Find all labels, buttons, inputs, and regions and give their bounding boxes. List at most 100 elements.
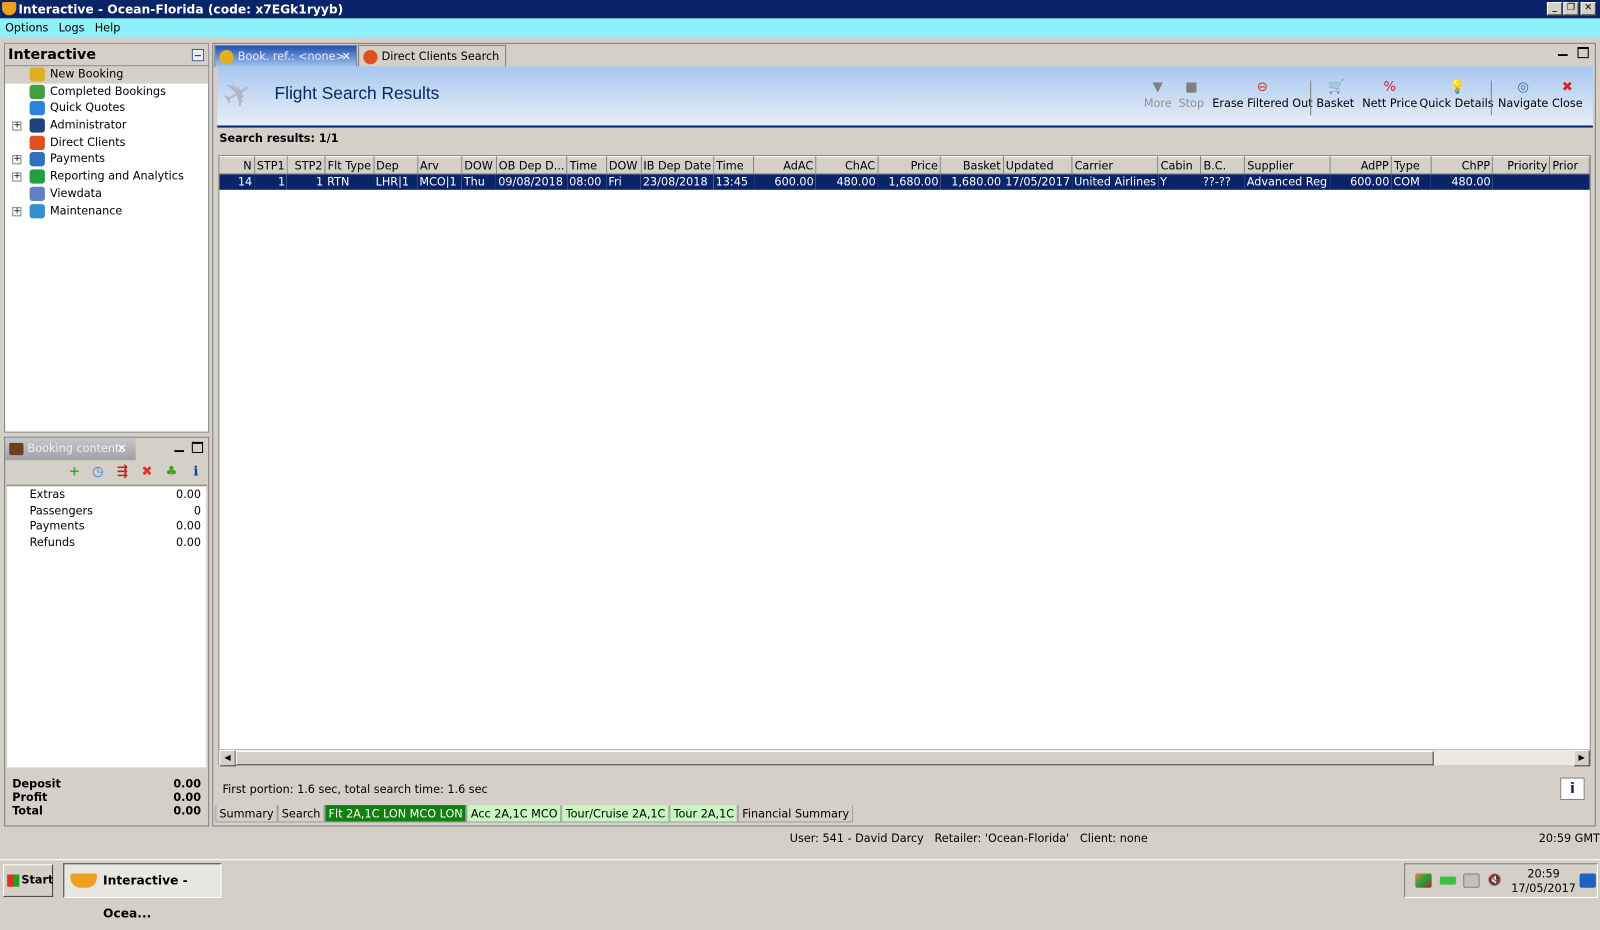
minimize-button[interactable]: _ <box>1546 2 1563 16</box>
delete-icon[interactable]: ✖ <box>140 465 154 479</box>
column-header[interactable]: Cabin <box>1158 156 1202 175</box>
restore-button[interactable]: ❐ <box>1563 2 1579 16</box>
antivirus-icon[interactable] <box>1415 873 1432 888</box>
nav-item[interactable]: Quick Quotes <box>5 100 208 117</box>
bottom-tab[interactable]: Flt 2A,1C LON MCO LON <box>324 805 467 823</box>
close-window-button[interactable]: ✕ <box>1580 2 1596 16</box>
table-row[interactable]: 14 1 1 RTN LHR|1 MCO|1 Thu 09/08/2018 08:00 Fri 23… <box>219 173 1590 190</box>
column-header[interactable]: AdPP <box>1330 156 1392 175</box>
expand-icon[interactable]: + <box>12 172 22 182</box>
column-header[interactable]: Time <box>713 156 755 175</box>
column-header[interactable]: Flt Type <box>325 156 375 175</box>
collapse-icon[interactable] <box>191 48 205 62</box>
tab-direct-clients-search[interactable]: Direct Clients Search <box>358 44 507 68</box>
booking-contents-tab[interactable]: Booking contents ✕ <box>5 437 136 461</box>
expand-icon[interactable]: + <box>12 206 22 216</box>
maximize-icon[interactable] <box>191 441 204 454</box>
column-header[interactable]: DOW <box>606 156 642 175</box>
nav-item[interactable]: Completed Bookings <box>5 83 208 100</box>
taskbar-item-interactive[interactable]: Interactive - Ocea... <box>63 863 222 920</box>
column-header[interactable]: ChAC <box>815 156 879 175</box>
total-label: Total <box>12 804 43 818</box>
menu-logs[interactable]: Logs <box>54 21 90 34</box>
minimize-icon[interactable]: ▁ <box>1558 42 1567 56</box>
bottom-tab[interactable]: Summary <box>215 805 278 823</box>
column-header[interactable]: ChPP <box>1430 156 1494 175</box>
column-header[interactable]: Type <box>1391 156 1432 175</box>
column-header[interactable]: Dep <box>373 156 418 175</box>
bottom-tab[interactable]: Tour/Cruise 2A,1C <box>561 805 670 823</box>
column-header[interactable]: N <box>219 156 255 175</box>
column-header[interactable]: Arv <box>417 156 463 175</box>
bottom-tab[interactable]: Tour 2A,1C <box>669 805 739 823</box>
nav-item[interactable]: New Booking <box>5 66 209 84</box>
bottom-tab[interactable]: Acc 2A,1C MCO <box>466 805 562 823</box>
start-button[interactable]: Start <box>3 864 53 897</box>
nav-item[interactable]: Viewdata <box>5 186 208 203</box>
table-cell: 09/08/2018 <box>496 173 568 190</box>
more-button[interactable]: ▼ More <box>1144 80 1172 110</box>
column-header[interactable]: Supplier <box>1244 156 1331 175</box>
column-header[interactable]: Prior <box>1549 156 1590 175</box>
network-card-icon[interactable] <box>1439 876 1457 885</box>
stop-button[interactable]: ■ Stop <box>1179 79 1205 110</box>
erase-filtered-out-button[interactable]: ⊖ Erase Filtered Out <box>1212 80 1312 110</box>
info-button[interactable]: i <box>1560 777 1585 800</box>
expand-icon[interactable]: + <box>12 155 22 165</box>
info-icon[interactable]: i <box>189 465 203 479</box>
show-desktop-icon[interactable] <box>1579 873 1596 888</box>
close-tab-icon[interactable]: ✕ <box>342 46 351 68</box>
column-header[interactable]: AdAC <box>753 156 817 175</box>
nav-item[interactable]: + Maintenance <box>5 203 208 220</box>
bottom-tab[interactable]: Financial Summary <box>738 805 854 823</box>
column-header[interactable]: STP2 <box>287 156 326 175</box>
column-header[interactable]: IB Dep Date <box>640 156 715 175</box>
column-header[interactable]: Updated <box>1003 156 1073 175</box>
basket-arrow-icon[interactable]: ⇶ <box>115 465 129 479</box>
total-value: 0.00 <box>173 777 202 791</box>
tab-booking-ref[interactable]: Book. ref.: <none> ✕ <box>214 44 358 68</box>
maximize-icon[interactable] <box>1577 46 1589 59</box>
column-header[interactable]: Priority <box>1492 156 1551 175</box>
palm-icon[interactable]: ♣ <box>164 465 178 479</box>
stop-icon: ■ <box>1185 79 1198 95</box>
nav-item[interactable]: + Administrator <box>5 117 208 134</box>
close-icon[interactable]: ✕ <box>117 438 126 460</box>
basket-button[interactable]: 🛒 Basket <box>1316 80 1354 110</box>
nett-price-button[interactable]: % Nett Price <box>1362 80 1417 110</box>
menu-help[interactable]: Help <box>90 21 126 34</box>
menu-options[interactable]: Options <box>0 21 54 34</box>
column-header[interactable]: Carrier <box>1072 156 1159 175</box>
scroll-thumb[interactable] <box>235 751 1434 766</box>
column-header[interactable]: DOW <box>461 156 497 175</box>
table-cell: ??-?? <box>1200 173 1245 190</box>
booking-contents-list: Extras 0.00 Passengers 0 Payments 0.00 Refunds… <box>7 486 207 768</box>
minimize-icon[interactable]: ▁ <box>174 438 183 452</box>
expand-icon[interactable]: + <box>12 121 22 131</box>
close-button[interactable]: ✖ Close <box>1552 80 1583 110</box>
clock-icon[interactable]: ◷ <box>91 465 105 479</box>
column-header[interactable]: Basket <box>940 156 1004 175</box>
quick-details-button[interactable]: 💡 Quick Details <box>1419 80 1493 110</box>
nav-item[interactable]: Direct Clients <box>5 134 208 151</box>
table-cell: United Airlines <box>1072 173 1159 190</box>
column-header[interactable]: B.C. <box>1200 156 1246 175</box>
scroll-left-button[interactable]: ◀ <box>219 749 236 767</box>
scroll-right-button[interactable]: ▶ <box>1573 749 1590 767</box>
bottom-tab[interactable]: Search <box>277 805 325 823</box>
network-icon[interactable] <box>1463 873 1480 888</box>
volume-muted-icon[interactable]: 🔇 <box>1488 873 1504 887</box>
table-cell: 08:00 <box>567 173 607 190</box>
column-header[interactable]: STP1 <box>254 156 288 175</box>
toolbar-label: Navigate <box>1497 96 1549 111</box>
horizontal-scrollbar[interactable]: ◀ ▶ <box>219 748 1590 767</box>
add-icon[interactable]: + <box>67 465 81 479</box>
column-header[interactable]: OB Dep D... <box>496 156 568 175</box>
column-header[interactable]: Price <box>877 156 942 175</box>
navigate-button[interactable]: ◎ Navigate <box>1497 80 1549 111</box>
nav-item[interactable]: + Reporting and Analytics <box>5 168 208 185</box>
column-header[interactable]: Time <box>567 156 607 175</box>
total-row: Total 0.00 <box>7 804 206 817</box>
nav-item[interactable]: + Payments <box>5 151 208 168</box>
palm-icon <box>219 49 234 65</box>
